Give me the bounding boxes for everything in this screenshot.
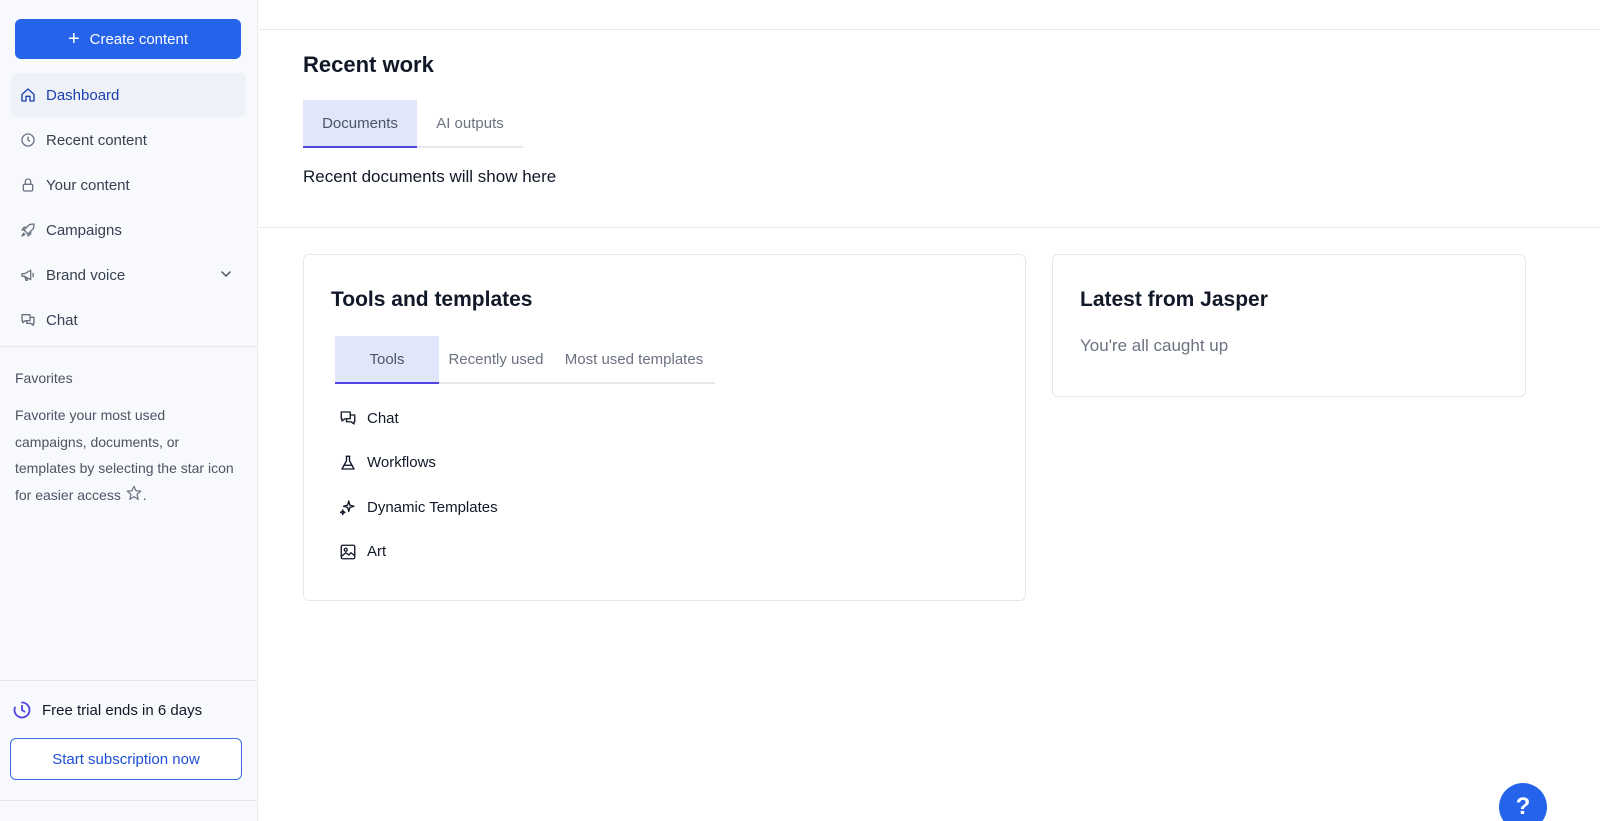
favorites-text-end: . <box>142 486 147 503</box>
favorites-description: Favorite your most used campaigns, docum… <box>15 402 235 508</box>
start-subscription-button[interactable]: Start subscription now <box>10 738 242 780</box>
tools-tabs: Tools Recently used Most used templates <box>335 336 715 384</box>
sidebar-item-your-content[interactable]: Your content <box>11 163 246 207</box>
home-icon <box>19 86 37 104</box>
image-icon <box>339 543 357 561</box>
section-divider <box>259 227 1600 228</box>
sidebar-item-chat[interactable]: Chat <box>11 298 246 342</box>
tool-list: Chat Workflows Dynamic Templates Art <box>339 396 498 574</box>
favorites-title: Favorites <box>15 370 73 386</box>
plus-icon: + <box>67 28 80 50</box>
sidebar-divider <box>0 680 258 681</box>
sidebar-item-label: Recent content <box>46 131 147 149</box>
trial-text: Free trial ends in 6 days <box>42 701 203 719</box>
tab-tools[interactable]: Tools <box>335 336 439 384</box>
chat-icon <box>339 409 357 427</box>
sidebar-item-campaigns[interactable]: Campaigns <box>11 208 246 252</box>
tab-most-used-templates[interactable]: Most used templates <box>553 336 715 382</box>
megaphone-icon <box>19 266 37 284</box>
tool-item-dynamic-templates[interactable]: Dynamic Templates <box>339 485 498 530</box>
chevron-down-icon[interactable] <box>218 266 234 282</box>
sidebar-item-dashboard[interactable]: Dashboard <box>11 73 246 117</box>
sidebar-item-recent-content[interactable]: Recent content <box>11 118 246 162</box>
sidebar: + Create content Dashboard Recent conten… <box>0 0 258 821</box>
lock-icon <box>19 176 37 194</box>
rocket-icon <box>19 221 37 239</box>
header-divider <box>259 29 1600 30</box>
clock-icon <box>19 131 37 149</box>
star-icon <box>125 484 143 502</box>
flask-icon <box>339 454 357 472</box>
help-button[interactable]: ? <box>1499 783 1547 821</box>
sidebar-item-label: Brand voice <box>46 266 126 284</box>
recent-work-tabs: Documents AI outputs <box>303 100 523 148</box>
tool-item-workflows[interactable]: Workflows <box>339 441 498 486</box>
tools-templates-title: Tools and templates <box>331 288 533 311</box>
sidebar-nav: Dashboard Recent content Your content Ca… <box>11 73 246 343</box>
trial-status: Free trial ends in 6 days <box>12 700 202 720</box>
chat-icon <box>19 311 37 329</box>
latest-from-jasper-title: Latest from Jasper <box>1080 288 1268 311</box>
tab-documents[interactable]: Documents <box>303 100 417 148</box>
tool-item-label: Art <box>367 543 387 561</box>
tab-ai-outputs[interactable]: AI outputs <box>417 100 523 146</box>
clock-timer-icon <box>12 700 32 720</box>
sparkle-icon <box>339 498 357 516</box>
sidebar-item-brand-voice[interactable]: Brand voice <box>11 253 246 297</box>
tool-item-label: Workflows <box>367 454 436 472</box>
sidebar-item-label: Chat <box>46 311 78 329</box>
latest-status-text: You're all caught up <box>1080 336 1229 355</box>
sidebar-item-label: Campaigns <box>46 221 122 239</box>
create-content-button[interactable]: + Create content <box>15 19 241 59</box>
tool-item-label: Dynamic Templates <box>367 498 498 516</box>
tools-templates-card: Tools and templates Tools Recently used … <box>303 254 1026 601</box>
tool-item-label: Chat <box>367 409 399 427</box>
latest-from-jasper-card: Latest from Jasper You're all caught up <box>1052 254 1526 397</box>
recent-empty-message: Recent documents will show here <box>303 167 557 186</box>
tab-recently-used[interactable]: Recently used <box>439 336 553 382</box>
sidebar-divider <box>0 800 258 801</box>
recent-work-title: Recent work <box>303 52 434 77</box>
sidebar-item-label: Dashboard <box>46 86 120 104</box>
tool-item-chat[interactable]: Chat <box>339 396 498 441</box>
tool-item-art[interactable]: Art <box>339 530 498 575</box>
create-content-label: Create content <box>89 30 189 48</box>
sidebar-item-label: Your content <box>46 176 130 194</box>
sidebar-divider <box>0 346 258 347</box>
